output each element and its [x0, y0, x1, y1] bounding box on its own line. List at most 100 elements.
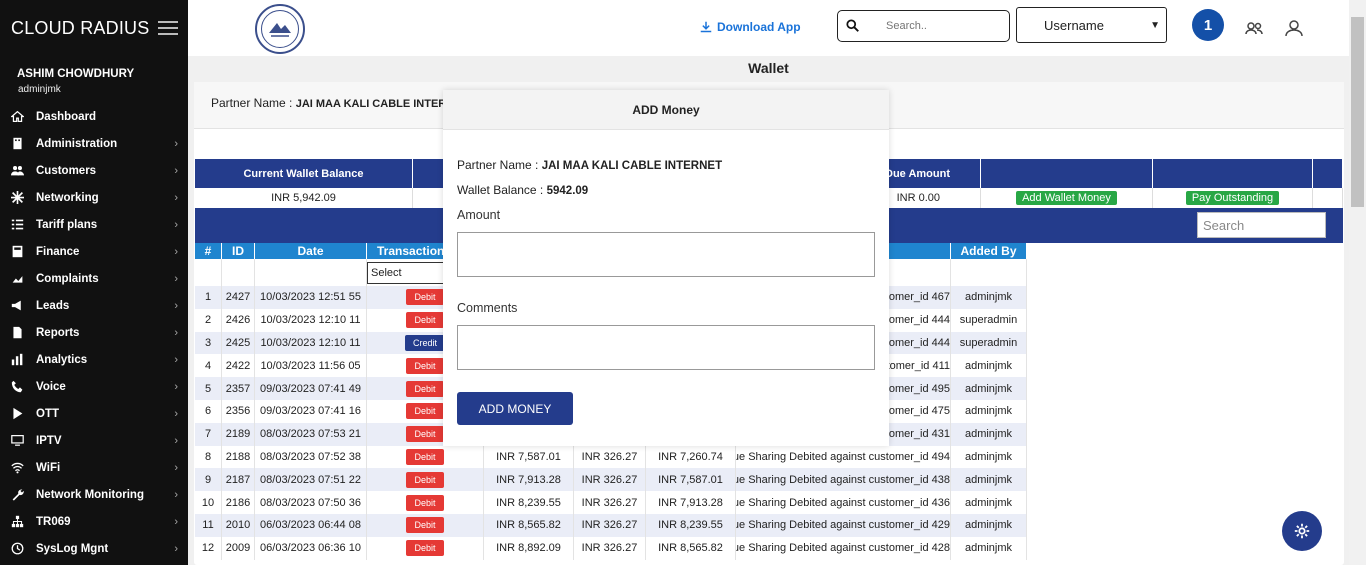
cell-by: adminjmk: [951, 468, 1027, 492]
sidebar-item-iptv[interactable]: IPTV ›: [0, 427, 188, 454]
wrench-icon: [10, 488, 24, 502]
cell-id: 2425: [222, 331, 255, 355]
cell-c6: INR 326.27: [574, 536, 646, 560]
sidebar-item-leads[interactable]: Leads ›: [0, 292, 188, 319]
download-icon: [700, 21, 712, 33]
cell-c7: INR 8,565.82: [646, 536, 736, 560]
table-search-input[interactable]: Search: [1197, 212, 1326, 238]
chevron-right-icon: ›: [174, 434, 178, 447]
sidebar-item-label: Network Monitoring: [36, 488, 144, 501]
column-header[interactable]: ID: [222, 243, 255, 259]
sidebar-item-dashboard[interactable]: Dashboard: [0, 103, 188, 130]
cell-id: 2188: [222, 445, 255, 469]
chevron-down-icon: ▼: [1150, 19, 1160, 31]
global-search-input[interactable]: [886, 20, 996, 32]
add-money-button[interactable]: ADD MONEY: [457, 392, 573, 425]
amount-input[interactable]: [457, 232, 875, 277]
cell-date: 10/03/2023 12:51 55: [255, 286, 367, 309]
scrollbar-thumb[interactable]: [1351, 17, 1364, 207]
gear-icon: [1294, 523, 1310, 539]
sidebar-item-administration[interactable]: Administration ›: [0, 130, 188, 157]
username-select[interactable]: Username ▼: [1016, 7, 1167, 43]
sidebar-item-voice[interactable]: Voice ›: [0, 373, 188, 400]
modal-balance-line: Wallet Balance : 5942.09: [457, 183, 875, 197]
cell-c7: INR 7,913.28: [646, 491, 736, 514]
chevron-right-icon: ›: [174, 299, 178, 312]
transaction-type-cell: Debit: [367, 468, 484, 492]
column-header[interactable]: #: [195, 243, 222, 259]
sidebar-item-ott[interactable]: OTT ›: [0, 400, 188, 427]
table-row[interactable]: 8 2188 08/03/2023 07:52 38 Debit INR 7,587.0…: [195, 445, 1027, 469]
cell-by: adminjmk: [951, 536, 1027, 560]
cell-by: adminjmk: [951, 491, 1027, 514]
sidebar-item-label: SysLog Mgnt: [36, 542, 109, 555]
sidebar-item-syslog-mgnt[interactable]: SysLog Mgnt ›: [0, 535, 188, 562]
sidebar: CLOUD RADIUS ASHIM CHOWDHURY adminjmk Da…: [0, 0, 188, 565]
sidebar-item-label: Finance: [36, 245, 80, 258]
cell-c5: INR 8,892.09: [484, 536, 574, 560]
sidebar-item-tariff-plans[interactable]: Tariff plans ›: [0, 211, 188, 238]
sidebar-item-customers[interactable]: Customers ›: [0, 157, 188, 184]
chevron-right-icon: ›: [174, 272, 178, 285]
pay-outstanding-button[interactable]: Pay Outstanding: [1185, 191, 1280, 205]
cell-c5: INR 8,565.82: [484, 513, 574, 537]
cell-n: 3: [195, 331, 222, 355]
chevron-right-icon: ›: [174, 353, 178, 366]
sidebar-item-network-monitoring[interactable]: Network Monitoring ›: [0, 481, 188, 508]
cell-n: 11: [195, 513, 222, 537]
table-row[interactable]: 12 2009 06/03/2023 06:36 10 Debit INR 8,892.…: [195, 536, 1027, 560]
cell-id: 2010: [222, 513, 255, 537]
user-name: ASHIM CHOWDHURY: [17, 68, 135, 80]
column-header[interactable]: Date: [255, 243, 367, 259]
sidebar-item-label: IPTV: [36, 434, 62, 447]
sidebar-menu: Dashboard Administration › Customers › Networ…: [0, 103, 188, 562]
sidebar-item-wifi[interactable]: WiFi ›: [0, 454, 188, 481]
cell-id: 2427: [222, 286, 255, 309]
sidebar-item-label: OTT: [36, 407, 59, 420]
sitemap-icon: [10, 515, 24, 529]
sidebar-item-label: Reports: [36, 326, 80, 339]
cell-n: 4: [195, 354, 222, 378]
table-row[interactable]: 9 2187 08/03/2023 07:51 22 Debit INR 7,913.2…: [195, 468, 1027, 492]
modal-balance-value: 5942.09: [546, 185, 589, 197]
sidebar-item-networking[interactable]: Networking ›: [0, 184, 188, 211]
list-icon: [10, 218, 24, 232]
chevron-right-icon: ›: [174, 326, 178, 339]
table-row[interactable]: 10 2186 08/03/2023 07:50 36 Debit INR 8,239.…: [195, 491, 1027, 514]
cell-date: 06/03/2023 06:44 08: [255, 513, 367, 537]
sidebar-item-tr069[interactable]: TR069 ›: [0, 508, 188, 535]
global-search[interactable]: [837, 10, 1010, 42]
user-profile-icon[interactable]: [1284, 18, 1304, 38]
users-group-icon[interactable]: [1244, 18, 1264, 38]
building-icon: [10, 137, 24, 151]
add-wallet-money-button[interactable]: Add Wallet Money: [1016, 191, 1117, 205]
search-icon: [846, 19, 859, 32]
sidebar-item-reports[interactable]: Reports ›: [0, 319, 188, 346]
sidebar-item-analytics[interactable]: Analytics ›: [0, 346, 188, 373]
cell-by: superadmin: [951, 331, 1027, 355]
cell-id: 2356: [222, 399, 255, 423]
modal-partner-label: Partner Name :: [457, 158, 539, 172]
cell-date: 09/03/2023 07:41 49: [255, 377, 367, 400]
transaction-type-cell: Debit: [367, 445, 484, 469]
sidebar-item-complaints[interactable]: Complaints ›: [0, 265, 188, 292]
transaction-type-badge: Debit: [406, 471, 444, 488]
cell-date: 08/03/2023 07:53 21: [255, 422, 367, 446]
monitor-icon: [10, 434, 24, 448]
notification-badge[interactable]: 1: [1192, 9, 1224, 41]
cell-n: 1: [195, 286, 222, 309]
transaction-type-badge: Debit: [406, 357, 444, 374]
table-row[interactable]: 11 2010 06/03/2023 06:44 08 Debit INR 8,565.…: [195, 513, 1027, 537]
sidebar-item-label: Tariff plans: [36, 218, 98, 231]
cell-comment: Revenue Sharing Debited against customer…: [736, 491, 951, 514]
hamburger-icon[interactable]: [158, 21, 178, 35]
settings-fab[interactable]: [1282, 511, 1322, 551]
download-app-link[interactable]: Download App: [700, 20, 801, 34]
comments-input[interactable]: [457, 325, 875, 370]
sidebar-item-finance[interactable]: Finance ›: [0, 238, 188, 265]
cell-n: 8: [195, 445, 222, 469]
company-logo[interactable]: [255, 4, 305, 54]
cell-n: 5: [195, 377, 222, 400]
column-header[interactable]: Added By: [951, 243, 1027, 259]
chevron-right-icon: ›: [174, 137, 178, 150]
